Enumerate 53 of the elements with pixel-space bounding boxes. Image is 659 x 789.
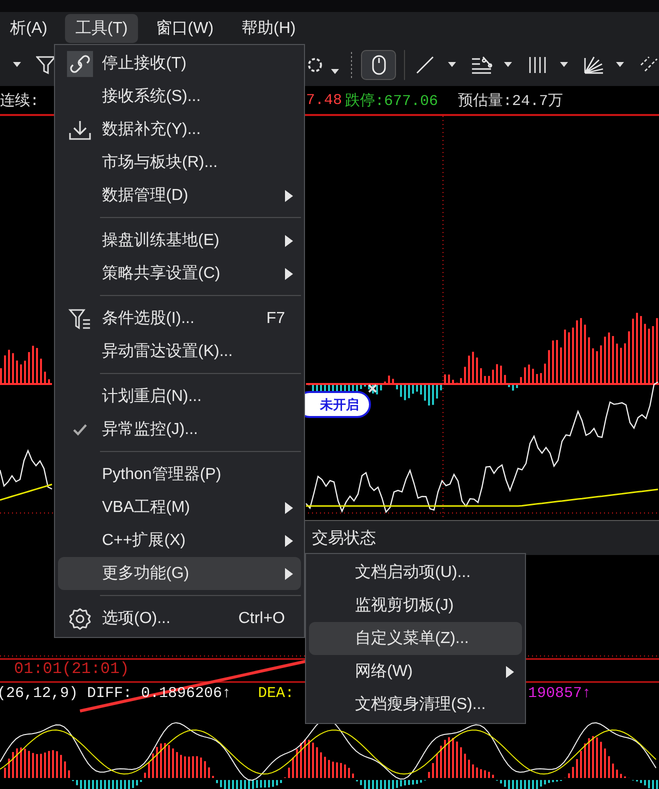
gear-icon[interactable] [306, 55, 324, 75]
menu-item[interactable]: 市场与板块(R)... [58, 146, 301, 179]
settings-icon [68, 606, 92, 630]
menu-bar-item[interactable]: 帮助(H) [232, 14, 306, 42]
shortcut-text: F7 [266, 310, 285, 328]
filter-icon[interactable] [36, 55, 56, 75]
time-label: 01:01(21:01) [14, 660, 130, 678]
caret-icon[interactable] [447, 62, 457, 68]
menu-bar-item[interactable]: 窗口(W) [146, 14, 224, 42]
panel-title: 交易状态 [312, 528, 376, 548]
close-icon[interactable] [368, 384, 377, 393]
average-line [0, 484, 52, 501]
menu-item[interactable]: Python管理器(P) [58, 458, 301, 491]
menu-item[interactable]: 数据管理(D) [58, 179, 301, 212]
volume-bars-drawing [0, 346, 52, 385]
dotted-divider-icon [350, 52, 353, 78]
mouse-icon [372, 55, 386, 75]
menu-item[interactable]: 网络(W) [309, 655, 522, 688]
filter-icon [68, 306, 92, 330]
menu-item[interactable]: 操盘训练基地(E) [58, 224, 301, 257]
menu-item[interactable]: 自定义菜单(Z)... [309, 622, 522, 655]
quote-info-text: 预估量:24.7万 [458, 92, 564, 110]
caret-icon[interactable] [503, 62, 513, 68]
menu-item[interactable]: 选项(O)... Ctrl+O [58, 602, 301, 635]
menu-item[interactable]: C++扩展(X) [58, 524, 301, 557]
menu-item[interactable]: VBA工程(M) [58, 491, 301, 524]
indicator-value-text: DEA: [258, 685, 294, 702]
menu-item[interactable]: 文档瘦身清理(S)... [309, 688, 522, 721]
menu-item[interactable]: 异动雷达设置(K)... [58, 335, 301, 368]
mouse-tool-button[interactable] [361, 50, 396, 80]
menu-item[interactable]: 数据补充(Y)... [58, 113, 301, 146]
quote-info-text: 7.48 [306, 92, 342, 108]
caret-icon[interactable] [330, 69, 340, 75]
menu-item[interactable]: 接收系统(S)... [58, 80, 301, 113]
menu-item[interactable]: 监视剪切板(J) [309, 589, 522, 622]
menu-bar-item[interactable]: 析(A) [0, 14, 58, 42]
fan-lines-icon[interactable] [583, 55, 605, 75]
caret-icon[interactable] [12, 62, 22, 68]
menu-item[interactable]: 更多功能(G) [58, 557, 301, 590]
menu-item[interactable]: 策略共享设置(C) [58, 257, 301, 290]
link-icon [67, 50, 93, 76]
menu-bar-item[interactable]: 工具(T) [65, 14, 138, 42]
caret-icon[interactable] [559, 62, 569, 68]
quote-info-text: 连续: [0, 92, 40, 110]
menu-item[interactable]: 条件选股(I)... F7 [58, 302, 301, 335]
percent-lines-icon[interactable] [471, 55, 493, 75]
indicator-value-text: 190857↑ [528, 685, 592, 702]
caret-icon[interactable] [615, 62, 625, 68]
price-line [0, 449, 52, 490]
shortcut-text: Ctrl+O [238, 610, 285, 628]
quote-info-text: 跌停:677.06 [345, 92, 438, 110]
download-icon [68, 118, 92, 140]
menu-item[interactable]: 文档启动项(U)... [309, 556, 522, 589]
